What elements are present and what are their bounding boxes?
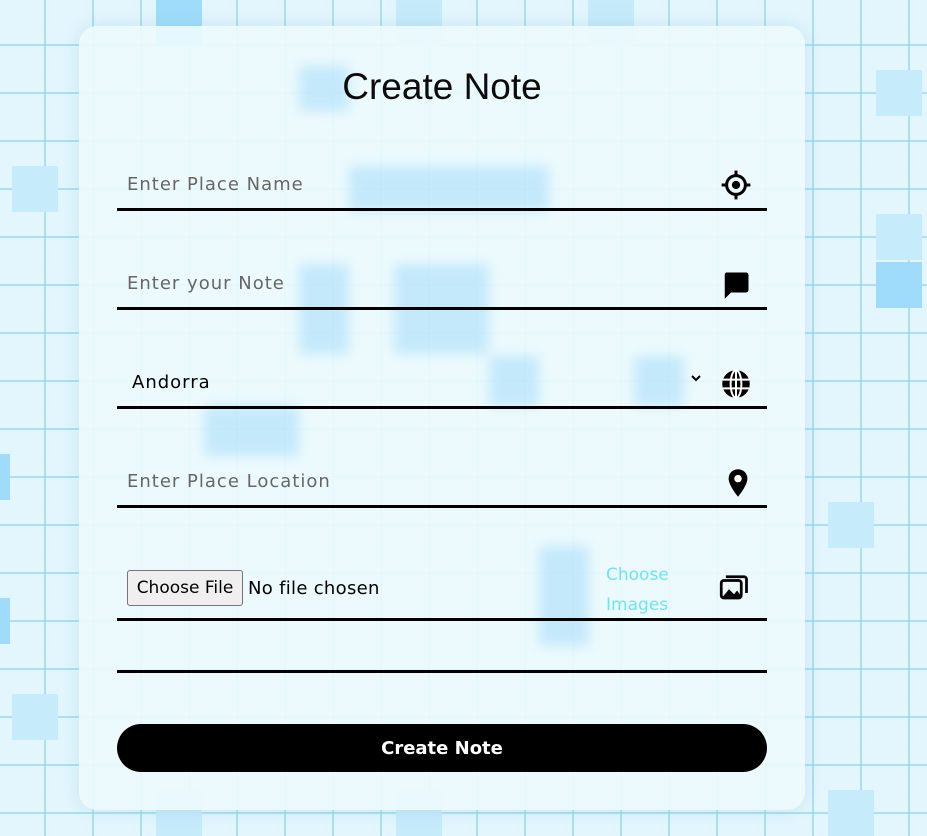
bg-tile [828,502,874,548]
map-pin-icon[interactable] [723,468,753,498]
bg-tile [0,454,10,500]
create-note-button[interactable]: Create Note [117,724,767,772]
images-field: Choose File No file chosen Choose Images [117,558,767,621]
bg-tile [12,166,58,212]
comment-icon[interactable] [721,270,751,300]
location-input[interactable] [117,457,767,505]
card-backdrop [204,406,299,456]
country-select[interactable]: Andorra [117,358,767,406]
bg-tile [876,70,922,116]
create-note-card: Create Note Andorra Choose File No file … [79,26,805,810]
place-name-input[interactable] [117,160,767,208]
file-status-text: No file chosen [248,578,380,599]
page-title: Create Note [342,66,542,107]
crosshair-icon[interactable] [721,170,751,200]
bg-tile [828,790,874,836]
country-field: Andorra [117,358,767,409]
bg-tile [876,214,922,260]
images-icon[interactable] [719,573,749,603]
bg-tile [12,694,58,740]
note-field [117,259,767,310]
empty-field-underline [117,622,767,673]
bg-tile [876,262,922,308]
bg-tile [0,598,10,644]
choose-images-label[interactable]: Choose Images [606,560,686,620]
place-name-field [117,160,767,211]
globe-icon[interactable] [721,369,751,399]
choose-file-button[interactable]: Choose File [127,570,243,606]
location-field [117,457,767,508]
note-input[interactable] [117,259,767,307]
